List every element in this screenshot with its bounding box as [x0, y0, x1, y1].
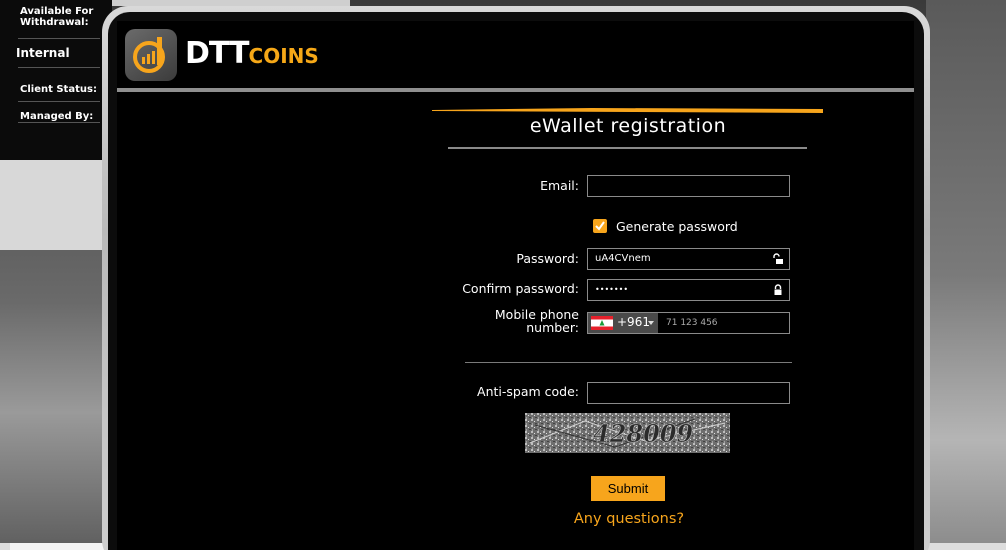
title-accent-stroke [432, 108, 823, 113]
password-input[interactable]: uA4CVnem [587, 248, 790, 270]
mobile-label: Mobile phone number: [379, 308, 579, 334]
password-label: Password: [516, 251, 579, 266]
mobile-phone-field: +961 71 123 456 [587, 312, 790, 334]
panel-divider [18, 38, 100, 39]
brand-name-big: DTT [185, 36, 250, 71]
background-right-area [926, 0, 1006, 550]
mobile-label-line2: number: [526, 320, 579, 335]
site-header: DTTCOINS [117, 21, 914, 88]
form-title: eWallet registration [529, 115, 727, 137]
phone-number-input[interactable]: 71 123 456 [660, 313, 788, 333]
email-input[interactable] [587, 175, 790, 197]
panel-divider [18, 122, 100, 123]
dtt-logo-icon[interactable] [125, 29, 177, 81]
country-code-selector[interactable]: +961 [588, 313, 658, 333]
managed-by-label: Managed By: [20, 111, 94, 122]
any-questions-link[interactable]: Any questions? [529, 511, 729, 527]
unlock-icon[interactable] [772, 253, 784, 265]
section-divider [465, 362, 792, 363]
generate-password-checkbox[interactable] [593, 219, 607, 233]
panel-divider [18, 67, 100, 68]
available-label-line1: Available For [20, 6, 94, 17]
laptop-screen: DTTCOINS eWallet registration Email: Gen… [117, 21, 914, 550]
captcha-image: 428009 [525, 413, 730, 453]
client-status-label: Client Status: [20, 84, 97, 95]
brand-name[interactable]: DTTCOINS [185, 39, 319, 73]
dial-code: +961 [617, 315, 650, 329]
lebanon-flag-icon [591, 316, 613, 330]
header-divider [117, 88, 914, 92]
background-light-area [0, 160, 106, 250]
available-label-line2: Withdrawal: [20, 17, 89, 28]
antispam-label: Anti-spam code: [477, 384, 579, 399]
email-label: Email: [540, 178, 579, 193]
checkmark-icon [595, 221, 605, 231]
confirm-password-value: ••••••• [595, 285, 629, 294]
password-value: uA4CVnem [595, 253, 651, 264]
captcha-text: 428009 [593, 419, 693, 448]
background-client-panel: Available For Withdrawal: Internal Clien… [0, 0, 112, 160]
generate-password-label[interactable]: Generate password [616, 219, 738, 234]
antispam-input[interactable] [587, 382, 790, 404]
submit-button[interactable]: Submit [591, 476, 665, 501]
chevron-down-icon [648, 321, 654, 325]
title-divider [448, 147, 807, 149]
panel-divider [18, 101, 100, 102]
brand-name-small: COINS [248, 44, 319, 68]
internal-label: Internal [16, 46, 70, 60]
confirm-password-input[interactable]: ••••••• [587, 279, 790, 301]
confirm-password-label: Confirm password: [462, 281, 579, 296]
lock-icon[interactable] [772, 284, 784, 296]
